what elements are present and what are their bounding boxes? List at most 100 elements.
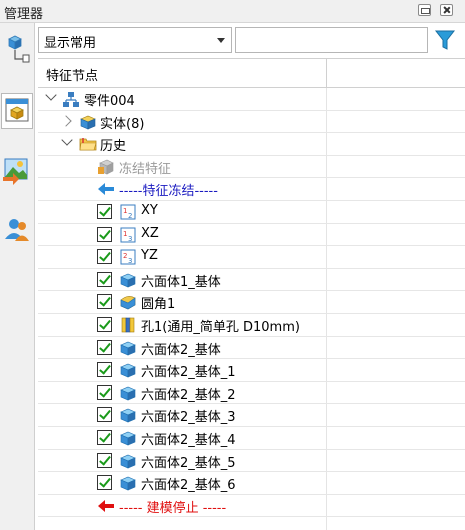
tree-node-label: 冻结特征	[119, 161, 172, 177]
svg-text:1: 1	[123, 230, 127, 238]
chevron-down-icon[interactable]	[45, 89, 57, 101]
visibility-checkbox[interactable]	[97, 249, 112, 265]
svg-text:1: 1	[123, 207, 127, 215]
display-filter-select[interactable]: 显示常用	[38, 27, 232, 53]
filter-button[interactable]	[431, 27, 459, 53]
arrow-left-blue-icon	[98, 183, 114, 196]
assembly-tree-icon	[63, 92, 79, 107]
tree-node-solid[interactable]: 实体(8)	[38, 111, 465, 134]
cube-icon	[120, 431, 136, 446]
cube-icon	[120, 409, 136, 423]
display-filter-value: 显示常用	[44, 36, 97, 51]
cube-icon	[120, 454, 136, 469]
visibility-checkbox[interactable]	[97, 407, 112, 423]
hole-icon	[121, 317, 135, 333]
tree-column-header[interactable]: 特征节点	[38, 58, 465, 88]
tree-node-label: XY	[141, 203, 158, 218]
part-tab[interactable]	[1, 93, 33, 129]
tree-node-box-feature[interactable]: 六面体2_基体	[38, 337, 465, 360]
tree-node-datum-yz[interactable]: 2 3 YZ	[38, 246, 465, 269]
tree-node-label: 零件004	[84, 94, 135, 109]
feature-tree: 零件004 实体(8) 历史 冻结特征 -----特征冻结----- 1 2 X…	[38, 88, 465, 530]
tree-node-box-feature[interactable]: 六面体2_基体_1	[38, 359, 465, 382]
chevron-down-icon	[217, 38, 225, 43]
tree-node-label: YZ	[141, 248, 158, 264]
search-input[interactable]	[235, 27, 428, 53]
part-tab-icon	[5, 98, 29, 122]
folder-icon	[79, 138, 97, 151]
user-tab[interactable]	[1, 213, 33, 249]
svg-text:3: 3	[128, 257, 132, 265]
visibility-checkbox[interactable]	[97, 452, 112, 468]
cube-icon	[120, 476, 136, 491]
tree-node-label: 六面体1_基体	[141, 274, 221, 290]
freeze-marker-label: -----特征冻结-----	[119, 184, 218, 200]
tree-node-label: 实体(8)	[100, 116, 145, 132]
cube-icon	[120, 273, 136, 288]
tree-node-label: 历史	[100, 139, 127, 155]
visibility-checkbox[interactable]	[97, 204, 112, 219]
column-divider	[326, 59, 327, 87]
svg-text:3: 3	[128, 235, 132, 243]
visibility-checkbox[interactable]	[97, 362, 112, 378]
tree-node-label: XZ	[141, 225, 159, 241]
modeling-stop-marker[interactable]: ----- 建模停止 -----	[38, 495, 465, 518]
cube-icon	[120, 341, 136, 356]
visibility-checkbox[interactable]	[97, 339, 112, 355]
arrow-left-red-icon	[98, 499, 114, 512]
cube-icon	[120, 363, 136, 378]
tree-node-box-feature[interactable]: 六面体2_基体_5	[38, 450, 465, 473]
visibility-checkbox[interactable]	[97, 430, 112, 445]
tree-node-box-feature[interactable]: 六面体2_基体_6	[38, 472, 465, 495]
tree-node-label: 六面体2_基体	[141, 342, 221, 358]
user-icon	[5, 219, 29, 241]
visibility-checkbox[interactable]	[97, 384, 112, 400]
tree-node-frozen-features[interactable]: 冻结特征	[38, 156, 465, 179]
visibility-checkbox[interactable]	[97, 475, 112, 491]
cube-icon	[120, 386, 136, 401]
tree-node-datum-xy[interactable]: 1 2 XY	[38, 201, 465, 224]
tree-node-label: 六面体2_基体_4	[141, 433, 236, 448]
tree-node-datum-xz[interactable]: 1 3 XZ	[38, 224, 465, 247]
tree-node-label: 六面体2_基体_3	[141, 410, 236, 426]
manager-side-toolbar	[0, 23, 35, 530]
solid-body-icon	[80, 115, 96, 130]
tree-node-label: 六面体2_基体_6	[141, 478, 236, 494]
feature-tree-icon	[8, 35, 30, 63]
visibility-checkbox[interactable]	[97, 294, 112, 310]
tree-node-label: 孔1(通用_简单孔 D10mm)	[141, 320, 300, 335]
restore-button[interactable]	[418, 4, 431, 16]
feature-tree-tab[interactable]	[1, 31, 33, 67]
tree-node-box-feature[interactable]: 六面体2_基体_4	[38, 427, 465, 450]
feature-node-header: 特征节点	[46, 69, 99, 84]
panel-title-bar: 管理器	[0, 0, 465, 23]
visibility-checkbox[interactable]	[97, 226, 112, 242]
view-tab[interactable]	[1, 153, 33, 189]
datum-plane-icon: 1 2	[120, 204, 136, 220]
tree-node-box-feature[interactable]: 六面体2_基体_3	[38, 404, 465, 427]
visibility-checkbox[interactable]	[97, 317, 112, 332]
svg-text:2: 2	[123, 252, 127, 260]
datum-plane-icon: 2 3	[120, 249, 136, 265]
tree-node-history[interactable]: 历史	[38, 133, 465, 156]
close-button[interactable]	[440, 4, 453, 16]
panel-title: 管理器	[4, 7, 44, 22]
funnel-filter-icon	[434, 30, 456, 50]
tree-node-label: 六面体2_基体_2	[141, 387, 236, 403]
fillet-icon	[120, 296, 136, 310]
tree-node-part[interactable]: 零件004	[38, 88, 465, 111]
tree-node-fillet[interactable]: 圆角1	[38, 291, 465, 314]
datum-plane-icon: 1 3	[120, 227, 136, 243]
tree-node-box-feature[interactable]: 六面体1_基体	[38, 269, 465, 292]
landscape-view-icon	[3, 158, 28, 185]
chevron-down-icon[interactable]	[61, 134, 73, 146]
svg-text:2: 2	[128, 212, 132, 220]
tree-node-label: 六面体2_基体_1	[141, 365, 236, 381]
tree-node-hole[interactable]: 孔1(通用_简单孔 D10mm)	[38, 314, 465, 337]
feature-freeze-marker[interactable]: -----特征冻结-----	[38, 178, 465, 201]
tree-node-box-feature[interactable]: 六面体2_基体_2	[38, 382, 465, 405]
frozen-feature-icon	[98, 159, 114, 175]
chevron-right-icon[interactable]	[60, 114, 72, 127]
stop-marker-label: ----- 建模停止 -----	[119, 500, 227, 516]
visibility-checkbox[interactable]	[97, 271, 112, 287]
